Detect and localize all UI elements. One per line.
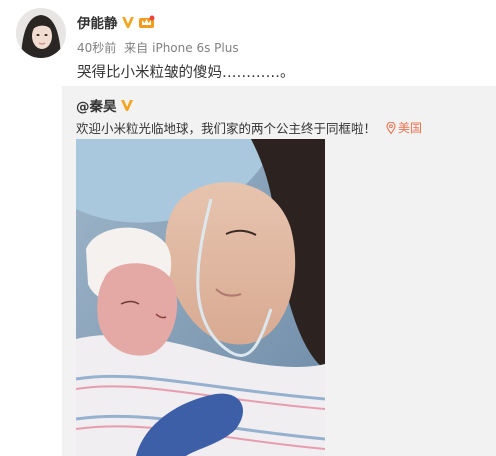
crown-icon[interactable] (138, 15, 155, 29)
repost-card: @秦昊 欢迎小米粒光临地球，我们家的两个公主终于同框啦！ 美国 (62, 86, 496, 456)
location-pin-icon (386, 121, 396, 134)
source-prefix: 来自 (124, 41, 149, 55)
post-author-row: 伊能静 (77, 12, 155, 32)
weibo-post: 伊能静 40秒前 来自 iPhone 6s Plus 哭得比小米粒皱的傻妈…………… (0, 0, 496, 456)
author-avatar[interactable] (16, 8, 66, 58)
post-text: 哭得比小米粒皱的傻妈…………。 (77, 65, 295, 81)
verified-v-icon[interactable] (120, 99, 134, 112)
repost-text-row: 欢迎小米粒光临地球，我们家的两个公主终于同框啦！ 美国 (76, 118, 422, 137)
location-link[interactable]: 美国 (386, 119, 422, 136)
post-time[interactable]: 40秒前 (77, 41, 116, 55)
post-author-name[interactable]: 伊能静 (77, 12, 118, 32)
repost-photo[interactable] (76, 139, 325, 456)
post-source[interactable]: iPhone 6s Plus (152, 41, 238, 55)
location-text: 美国 (398, 121, 423, 135)
repost-author-name[interactable]: @秦昊 (76, 95, 117, 115)
repost-author-row: @秦昊 (76, 95, 134, 115)
verified-v-icon[interactable] (121, 16, 135, 29)
post-meta: 40秒前 来自 iPhone 6s Plus (77, 39, 243, 56)
repost-text: 欢迎小米粒光临地球，我们家的两个公主终于同框啦！ (76, 121, 377, 136)
